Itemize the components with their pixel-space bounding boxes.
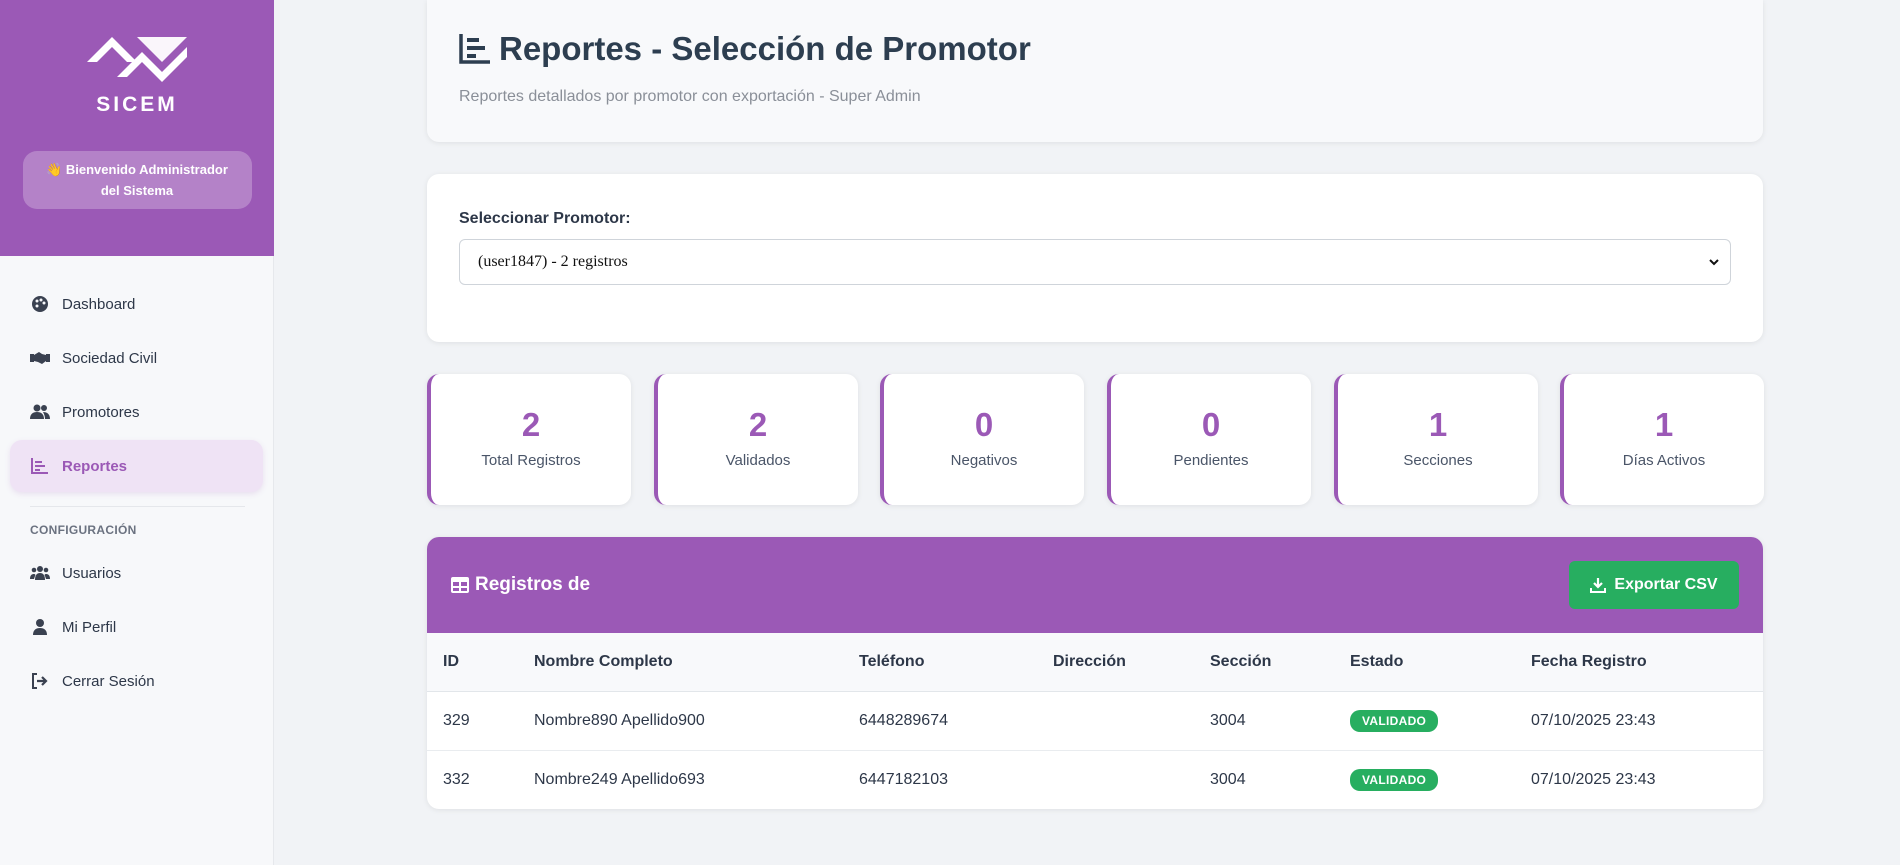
sidebar-item-label: Mi Perfil [62, 618, 117, 636]
status-badge: VALIDADO [1350, 768, 1439, 791]
stat-card-dias-activos: 1 Días Activos [1560, 374, 1764, 505]
sidebar-item-dashboard[interactable]: Dashboard [10, 278, 263, 330]
stat-value: 2 [748, 406, 768, 443]
promotor-selector-card: Seleccionar Promotor: (user1847) - 2 reg… [427, 174, 1763, 342]
brand-name: SICEM [96, 93, 178, 116]
stat-card-validados: 2 Validados [654, 374, 858, 505]
sidebar-item-label: Reportes [62, 457, 128, 475]
chart-icon [30, 456, 50, 476]
col-header-direccion: Dirección [1037, 633, 1194, 692]
col-header-fecha: Fecha Registro [1515, 633, 1763, 692]
sidebar: SICEM 👋 Bienvenido Administrador del Sis… [0, 0, 274, 865]
export-csv-label: Exportar CSV [1614, 576, 1718, 593]
cell-seccion: 3004 [1194, 691, 1334, 751]
sidebar-item-label: Usuarios [62, 564, 122, 582]
cell-telefono: 6447182103 [859, 770, 948, 788]
cell-direccion [1037, 750, 1194, 809]
cell-nombre: Nombre890 Apellido900 [518, 691, 843, 751]
stat-card-total-registros: 2 Total Registros [427, 374, 631, 505]
sidebar-item-promotores[interactable]: Promotores [10, 386, 263, 438]
stat-card-secciones: 1 Secciones [1334, 374, 1538, 505]
page-title-text: Reportes - Selección de Promotor [499, 30, 1031, 67]
logo-icon [82, 32, 192, 89]
sidebar-item-label: Cerrar Sesión [62, 672, 155, 690]
stat-value: 0 [1201, 406, 1221, 443]
cell-estado: VALIDADO [1334, 691, 1515, 751]
stat-label: Validados [725, 452, 791, 469]
stat-card-pendientes: 0 Pendientes [1107, 374, 1311, 505]
page-subtitle: Reportes detallados por promotor con exp… [459, 88, 921, 105]
table-header-row: ID Nombre Completo Teléfono Dirección Se… [427, 633, 1763, 692]
sidebar-header: SICEM 👋 Bienvenido Administrador del Sis… [0, 0, 274, 256]
cell-estado: VALIDADO [1334, 750, 1515, 809]
table-row: 329 Nombre890 Apellido900 6448289674 300… [427, 691, 1763, 751]
cell-direccion [1037, 691, 1194, 751]
promotor-select-label: Seleccionar Promotor: [459, 210, 631, 227]
chart-icon [459, 34, 491, 64]
cell-nombre: Nombre249 Apellido693 [534, 770, 705, 788]
stat-card-negativos: 0 Negativos [880, 374, 1084, 505]
sidebar-item-label: Sociedad Civil [62, 349, 158, 367]
stat-label: Días Activos [1622, 452, 1706, 469]
sidebar-nav: Dashboard Sociedad Civil Promotores Repo… [0, 256, 273, 707]
stat-label: Secciones [1403, 452, 1473, 469]
users-group-icon [30, 563, 50, 583]
sidebar-item-sociedad-civil[interactable]: Sociedad Civil [10, 332, 263, 384]
cell-telefono: 6448289674 [843, 691, 1037, 751]
sidebar-item-mi-perfil[interactable]: Mi Perfil [10, 601, 263, 653]
logout-icon [30, 671, 50, 691]
stat-label: Total Registros [481, 452, 581, 469]
cell-seccion: 3004 [1210, 770, 1246, 788]
cell-id: 332 [443, 770, 470, 788]
users-icon [30, 402, 50, 422]
cell-fecha: 07/10/2025 23:43 [1515, 691, 1763, 751]
promotor-select-value: (user1847) - 2 registros [478, 253, 628, 270]
col-header-id: ID [427, 633, 518, 692]
cell-id: 329 [427, 691, 518, 751]
table-title: Registros de [451, 574, 590, 596]
sidebar-item-label: Promotores [62, 403, 140, 421]
col-header-seccion: Sección [1194, 633, 1334, 692]
table-row: 332 Nombre249 Apellido693 6447182103 300… [427, 750, 1763, 809]
sidebar-item-reportes[interactable]: Reportes [10, 440, 263, 492]
nav-section-title: CONFIGURACIÓN [30, 523, 137, 537]
sidebar-item-cerrar-sesion[interactable]: Cerrar Sesión [10, 655, 263, 707]
registros-table-card: Registros de Exportar CSV ID Nombre Comp… [427, 537, 1763, 809]
registros-table: ID Nombre Completo Teléfono Dirección Se… [427, 633, 1763, 809]
sidebar-item-label: Dashboard [62, 295, 136, 313]
export-csv-button[interactable]: Exportar CSV [1569, 561, 1739, 609]
promotor-select[interactable]: (user1847) - 2 registros [459, 239, 1731, 285]
page-title: Reportes - Selección de Promotor [459, 30, 1031, 68]
chevron-down-icon [1708, 255, 1720, 273]
stat-label: Pendientes [1173, 452, 1249, 469]
palette-icon [30, 294, 50, 314]
stat-value: 0 [974, 406, 994, 443]
handshake-icon [30, 348, 50, 368]
col-header-estado: Estado [1334, 633, 1515, 692]
table-icon [451, 577, 469, 593]
sidebar-item-usuarios[interactable]: Usuarios [10, 547, 263, 599]
cell-fecha: 07/10/2025 23:43 [1531, 770, 1656, 788]
stat-value: 2 [521, 406, 541, 443]
nav-divider [30, 506, 245, 507]
stat-value: 1 [1654, 406, 1674, 443]
user-icon [30, 617, 50, 637]
status-badge: VALIDADO [1350, 709, 1439, 732]
col-header-telefono: Teléfono [843, 633, 1037, 692]
table-title-text: Registros de [475, 574, 591, 595]
stat-value: 1 [1428, 406, 1448, 443]
col-header-nombre: Nombre Completo [518, 633, 843, 692]
page-header: Reportes - Selección de Promotor Reporte… [427, 0, 1763, 142]
download-icon [1590, 577, 1607, 593]
stat-label: Negativos [950, 452, 1018, 469]
welcome-badge: 👋 Bienvenido Administrador del Sistema [22, 151, 252, 209]
table-header-bar: Registros de Exportar CSV [427, 537, 1763, 633]
